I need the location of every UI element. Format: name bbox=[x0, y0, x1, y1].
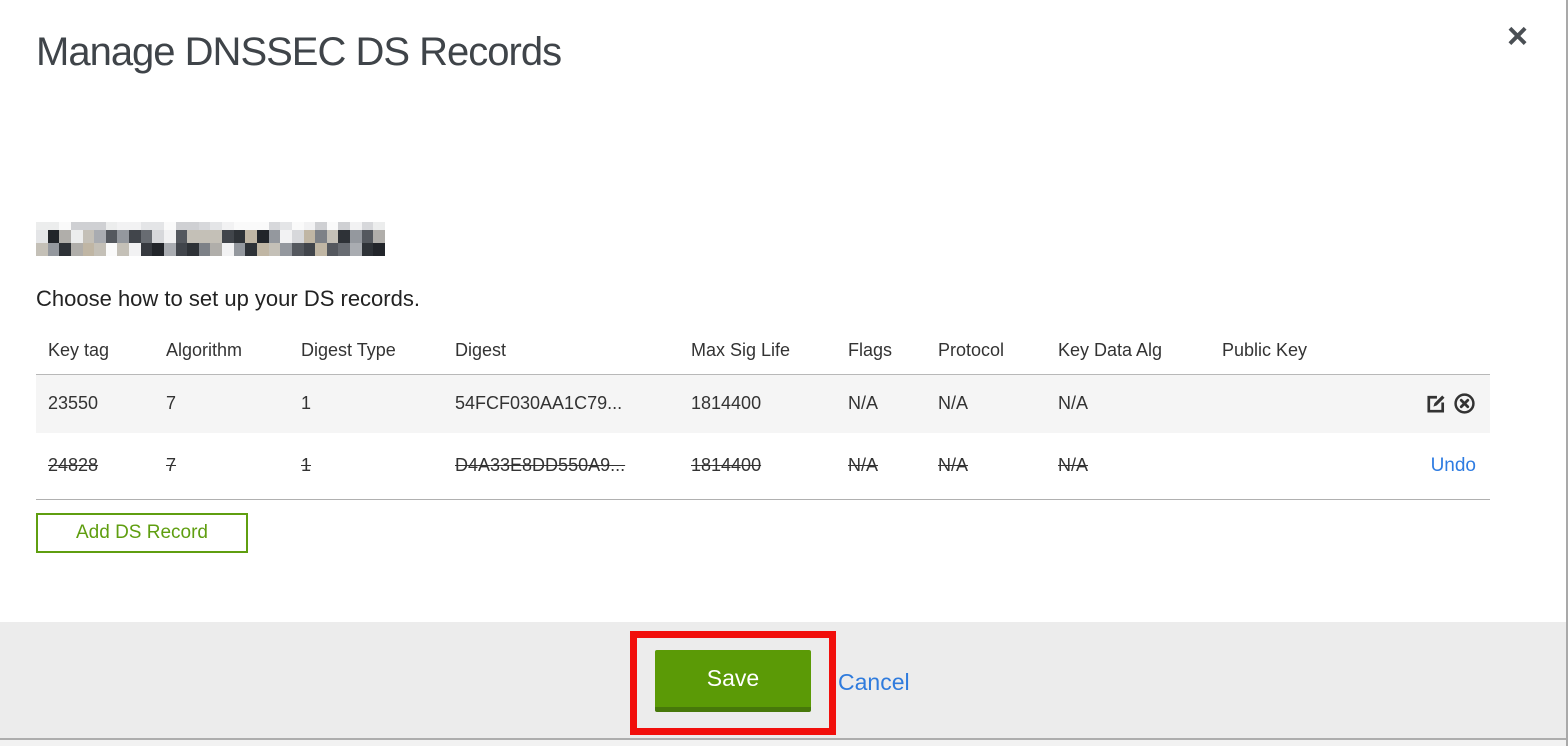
edit-record-button[interactable] bbox=[1424, 392, 1447, 415]
cell-max-sig-life: 1814400 bbox=[691, 455, 762, 476]
table-row-deleted: 24828 7 1 D4A33E8DD550A9... 1814400 N/A … bbox=[36, 433, 1490, 499]
delete-circle-x-icon bbox=[1453, 393, 1476, 418]
cell-key-tag: 23550 bbox=[48, 393, 99, 414]
cell-digest-type: 1 bbox=[301, 393, 312, 414]
save-button[interactable]: Save bbox=[655, 650, 811, 712]
col-header-max-sig-life: Max Sig Life bbox=[679, 328, 836, 375]
close-icon[interactable]: × bbox=[1507, 18, 1528, 54]
table-row: 23550 7 1 54FCF030AA1C79... 1814400 N/A … bbox=[36, 374, 1490, 433]
add-ds-record-button[interactable]: Add DS Record bbox=[36, 513, 248, 553]
instruction-text: Choose how to set up your DS records. bbox=[36, 286, 420, 311]
undo-link[interactable]: Undo bbox=[1431, 455, 1476, 476]
edit-icon bbox=[1424, 395, 1447, 418]
cell-flags: N/A bbox=[848, 455, 879, 476]
col-header-algorithm: Algorithm bbox=[154, 328, 289, 375]
cell-max-sig-life: 1814400 bbox=[691, 393, 762, 414]
window-bottom-edge bbox=[0, 738, 1568, 746]
col-header-actions bbox=[1400, 328, 1490, 375]
page-title: Manage DNSSEC DS Records bbox=[36, 30, 562, 74]
cell-digest: 54FCF030AA1C79... bbox=[455, 393, 623, 414]
cell-digest-type: 1 bbox=[301, 455, 312, 476]
col-header-digest-type: Digest Type bbox=[289, 328, 443, 375]
ds-records-table: Key tag Algorithm Digest Type Digest Max… bbox=[36, 328, 1490, 500]
col-header-key-data-alg: Key Data Alg bbox=[1046, 328, 1210, 375]
col-header-public-key: Public Key bbox=[1210, 328, 1400, 375]
row-actions bbox=[1400, 374, 1490, 433]
table-header-row: Key tag Algorithm Digest Type Digest Max… bbox=[36, 328, 1490, 375]
cell-algorithm: 7 bbox=[166, 455, 177, 476]
cell-key-data-alg: N/A bbox=[1058, 455, 1089, 476]
cell-protocol: N/A bbox=[938, 455, 969, 476]
cell-public-key bbox=[1210, 374, 1400, 433]
manage-dnssec-dialog: Manage DNSSEC DS Records × Choose how to… bbox=[0, 0, 1568, 746]
cell-key-data-alg: N/A bbox=[1058, 393, 1089, 414]
cell-public-key bbox=[1210, 433, 1400, 499]
col-header-protocol: Protocol bbox=[926, 328, 1046, 375]
col-header-digest: Digest bbox=[443, 328, 679, 375]
dialog-footer: Save Cancel bbox=[0, 622, 1568, 738]
cell-digest: D4A33E8DD550A9... bbox=[455, 455, 626, 476]
redacted-domain-name bbox=[36, 222, 385, 256]
cell-flags: N/A bbox=[848, 393, 879, 414]
cell-protocol: N/A bbox=[938, 393, 969, 414]
col-header-flags: Flags bbox=[836, 328, 926, 375]
delete-record-button[interactable] bbox=[1453, 392, 1476, 415]
cancel-link[interactable]: Cancel bbox=[838, 669, 910, 696]
col-header-key-tag: Key tag bbox=[36, 328, 154, 375]
row-actions: Undo bbox=[1400, 433, 1490, 499]
cell-key-tag: 24828 bbox=[48, 455, 99, 476]
cell-algorithm: 7 bbox=[166, 393, 177, 414]
